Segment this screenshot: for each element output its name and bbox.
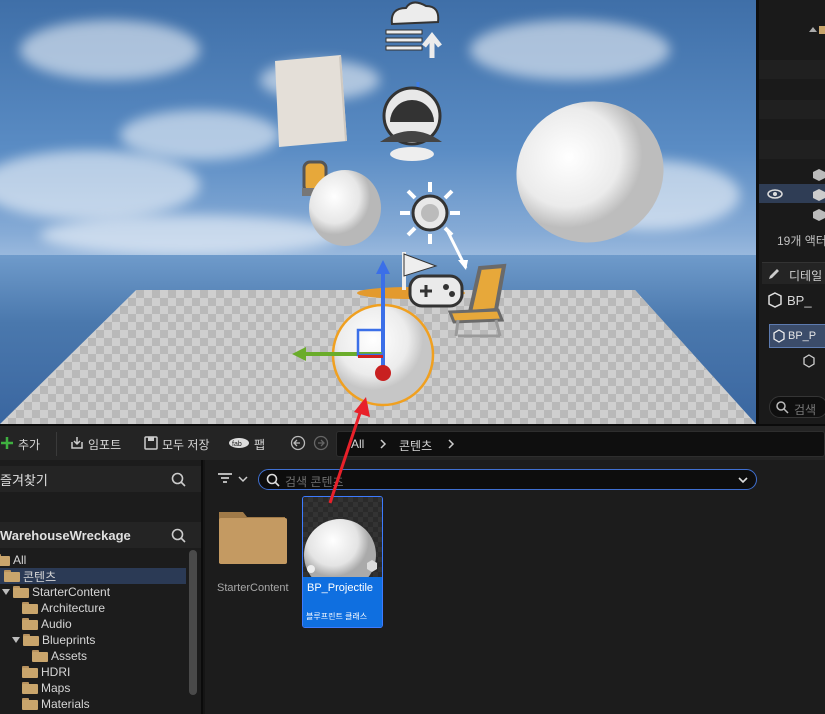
outliner-row[interactable] <box>759 20 825 39</box>
cube-mesh[interactable] <box>275 55 347 147</box>
asset-tile-folder[interactable]: StarterContent <box>217 506 289 606</box>
tree-item-blueprints[interactable]: Blueprints <box>12 632 95 648</box>
pencil-icon <box>767 267 781 284</box>
tree-item-starter-content[interactable]: StarterContent <box>2 584 110 600</box>
sources-panel: 즐겨찾기 WarehouseWreckage All 콘텐츠 StarterCo… <box>0 460 203 714</box>
fab-button[interactable]: fab 팹 <box>228 434 265 454</box>
tree-item-all[interactable]: All <box>0 552 26 568</box>
search-icon[interactable] <box>171 472 187 491</box>
asset-info: BP_Projectile 블루프린트 클래스 <box>303 577 382 627</box>
sky-atmosphere-icon[interactable] <box>382 0 444 60</box>
search-icon <box>266 473 280 490</box>
tree-item-architecture[interactable]: Architecture <box>22 600 105 616</box>
chevron-down-icon[interactable] <box>2 589 10 595</box>
sphere-mesh[interactable] <box>308 170 382 247</box>
annotation-arrow <box>328 397 370 504</box>
search-icon <box>775 400 789 417</box>
outliner-row[interactable] <box>759 60 825 79</box>
add-button[interactable]: 추가 <box>0 434 40 454</box>
breadcrumb-content[interactable]: 콘텐츠 <box>399 437 432 454</box>
folder-icon <box>22 618 38 630</box>
tree-item-maps[interactable]: Maps <box>22 680 70 696</box>
plus-icon <box>0 436 14 453</box>
blueprint-icon <box>365 559 379 576</box>
folder-icon <box>22 698 38 710</box>
folder-icon <box>13 586 29 598</box>
folder-icon <box>22 602 38 614</box>
component-child-icon[interactable] <box>801 354 817 371</box>
outliner-row[interactable] <box>759 204 825 223</box>
tree-item-audio[interactable]: Audio <box>22 616 72 632</box>
ellipsoid-mesh[interactable] <box>512 100 668 245</box>
chevron-down-icon[interactable] <box>12 637 20 643</box>
content-browser-toolbar: 추가 임포트 모두 저장 fab 팹 All 콘텐츠 <box>0 424 825 460</box>
folder-icon <box>4 570 20 582</box>
fab-icon: fab <box>228 437 250 452</box>
sky-light-icon[interactable] <box>376 80 446 162</box>
folder-icon <box>0 554 10 566</box>
tree-item-hdri[interactable]: HDRI <box>22 664 70 680</box>
folder-icon <box>32 650 48 662</box>
details-component-root[interactable]: BP_P <box>769 324 825 348</box>
search-icon[interactable] <box>171 528 187 547</box>
outliner-row[interactable] <box>759 140 825 159</box>
chevron-right-icon[interactable] <box>447 438 455 453</box>
back-arrow-icon <box>290 435 306 454</box>
details-search-input[interactable]: 검색 <box>769 396 825 418</box>
component-icon <box>305 563 317 578</box>
project-header[interactable]: WarehouseWreckage <box>0 522 201 548</box>
back-button[interactable] <box>290 434 306 454</box>
asset-view: 검색 콘텐츠 StarterContent BP_Projectile 블루프린… <box>205 460 825 714</box>
sources-scrollbar[interactable] <box>189 550 197 695</box>
folder-icon <box>22 666 38 678</box>
tab-details[interactable]: 디테일 <box>762 262 825 284</box>
level-viewport[interactable] <box>0 0 756 424</box>
import-icon <box>70 436 84 453</box>
folder-icon <box>22 682 38 694</box>
blueprint-icon <box>772 329 786 346</box>
filter-button[interactable] <box>217 472 249 489</box>
folder-icon <box>219 512 287 564</box>
outliner-row[interactable] <box>759 100 825 119</box>
save-icon <box>144 435 158 453</box>
tree-item-assets[interactable]: Assets <box>32 648 87 664</box>
import-button[interactable]: 임포트 <box>70 434 121 454</box>
chevron-right-icon[interactable] <box>379 438 387 453</box>
outliner-row[interactable] <box>759 164 825 183</box>
tree-item-materials[interactable]: Materials <box>22 696 90 712</box>
actor-count: 19개 액터 <box>777 234 825 248</box>
details-actor-name: BP_ <box>767 292 812 311</box>
folder-icon <box>23 634 39 646</box>
outliner-row-selected[interactable] <box>759 184 825 203</box>
blueprint-icon <box>767 292 783 311</box>
svg-text:fab: fab <box>232 441 242 448</box>
asset-tile-bp-projectile[interactable]: BP_Projectile 블루프린트 클래스 <box>302 496 383 628</box>
world-outliner-panel: 19개 액터 디테일 BP_ BP_P 검색 <box>756 0 825 424</box>
bp-projectile-actor[interactable] <box>290 260 440 410</box>
save-all-button[interactable]: 모두 저장 <box>144 434 210 454</box>
details-title: 디테일 <box>789 269 823 283</box>
breadcrumb: All 콘텐츠 <box>336 431 825 457</box>
chevron-down-icon[interactable] <box>737 474 749 489</box>
favorites-header[interactable]: 즐겨찾기 <box>0 466 201 492</box>
tree-item-content[interactable]: 콘텐츠 <box>0 568 186 584</box>
